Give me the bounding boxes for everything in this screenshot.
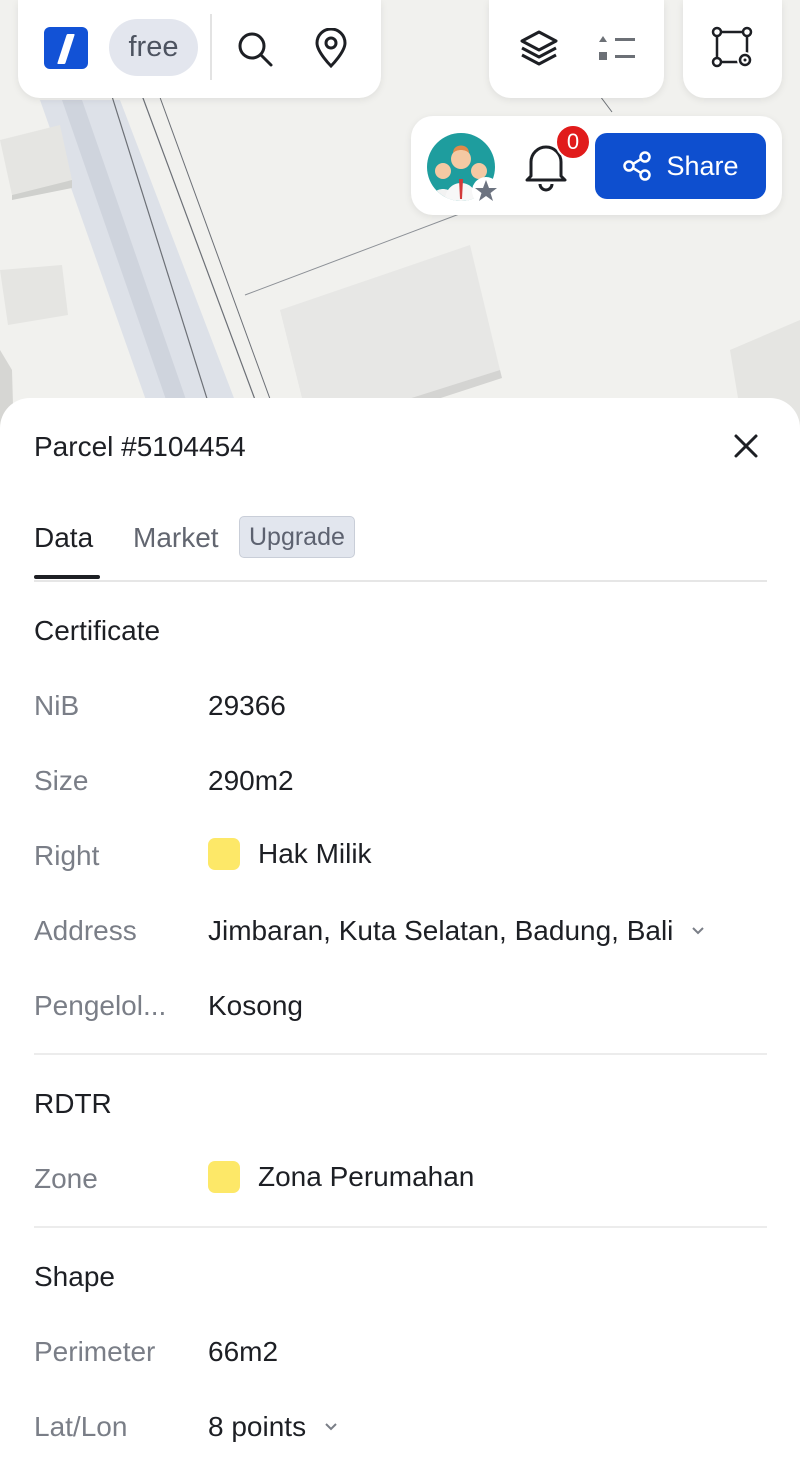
manager-label: Pengelol... bbox=[34, 990, 167, 1021]
section-divider bbox=[34, 1053, 767, 1055]
share-button[interactable]: Share bbox=[595, 133, 766, 199]
parcel-sheet: Parcel #5104454 Data Market Upgrade Cert… bbox=[0, 398, 800, 1476]
notification-count-badge: 0 bbox=[555, 124, 591, 160]
address-value[interactable]: Jimbaran, Kuta Selatan, Badung, Bali bbox=[208, 915, 705, 947]
legend-button[interactable] bbox=[594, 28, 638, 68]
close-button[interactable] bbox=[732, 432, 760, 460]
right-value-text: Hak Milik bbox=[258, 838, 372, 869]
tab-market[interactable]: Market bbox=[133, 522, 219, 554]
search-icon bbox=[238, 32, 273, 67]
search-button[interactable] bbox=[233, 27, 277, 71]
tab-bar: Data Market Upgrade bbox=[34, 516, 767, 582]
zone-value-text: Zona Perumahan bbox=[258, 1161, 475, 1192]
latlon-value-text: 8 points bbox=[208, 1411, 307, 1442]
chevron-down-icon bbox=[325, 1423, 337, 1431]
user-actions: 0 Share bbox=[411, 116, 782, 215]
shape-settings-button[interactable] bbox=[711, 26, 755, 70]
size-value: 290m2 bbox=[208, 765, 294, 796]
chevron-down-icon bbox=[692, 927, 705, 935]
layers-toolbar bbox=[489, 0, 664, 98]
size-label: Size bbox=[34, 765, 89, 796]
plan-badge[interactable]: free bbox=[109, 19, 198, 76]
main-toolbar: free bbox=[18, 0, 381, 98]
nib-label: NiB bbox=[34, 690, 80, 721]
close-icon bbox=[734, 434, 758, 458]
toolbar-divider bbox=[210, 14, 212, 80]
layers-button[interactable] bbox=[517, 26, 561, 70]
share-icon bbox=[623, 151, 652, 181]
address-value-text: Jimbaran, Kuta Selatan, Badung, Bali bbox=[208, 915, 674, 946]
upgrade-badge[interactable]: Upgrade bbox=[239, 516, 355, 558]
manager-value: Kosong bbox=[208, 990, 303, 1021]
app-logo[interactable] bbox=[44, 27, 88, 69]
shape-heading: Shape bbox=[34, 1261, 115, 1292]
section-divider bbox=[34, 1226, 767, 1228]
parcel-title: Parcel #5104454 bbox=[34, 431, 246, 462]
locate-button[interactable] bbox=[308, 25, 354, 71]
latlon-value[interactable]: 8 points bbox=[208, 1411, 338, 1443]
right-value: Hak Milik bbox=[208, 838, 372, 870]
shape-tools bbox=[683, 0, 782, 98]
tab-active-indicator bbox=[34, 575, 100, 579]
right-color-swatch bbox=[208, 838, 240, 870]
perimeter-label: Perimeter bbox=[34, 1336, 156, 1367]
star-badge-icon bbox=[472, 177, 500, 205]
rdtr-heading: RDTR bbox=[34, 1088, 112, 1119]
legend-list-icon bbox=[599, 36, 635, 60]
layers-icon bbox=[520, 30, 558, 66]
zone-color-swatch bbox=[208, 1161, 240, 1193]
shape-settings-icon bbox=[711, 26, 753, 68]
nib-value: 29366 bbox=[208, 690, 286, 721]
share-label: Share bbox=[666, 150, 739, 181]
right-label: Right bbox=[34, 840, 100, 871]
zone-value: Zona Perumahan bbox=[208, 1161, 474, 1193]
location-pin-icon bbox=[315, 28, 347, 68]
perimeter-value: 66m2 bbox=[208, 1336, 279, 1367]
certificate-heading: Certificate bbox=[34, 615, 161, 646]
address-label: Address bbox=[34, 915, 137, 946]
latlon-label: Lat/Lon bbox=[34, 1411, 128, 1442]
zone-label: Zone bbox=[34, 1163, 98, 1194]
tab-data[interactable]: Data bbox=[34, 522, 93, 554]
